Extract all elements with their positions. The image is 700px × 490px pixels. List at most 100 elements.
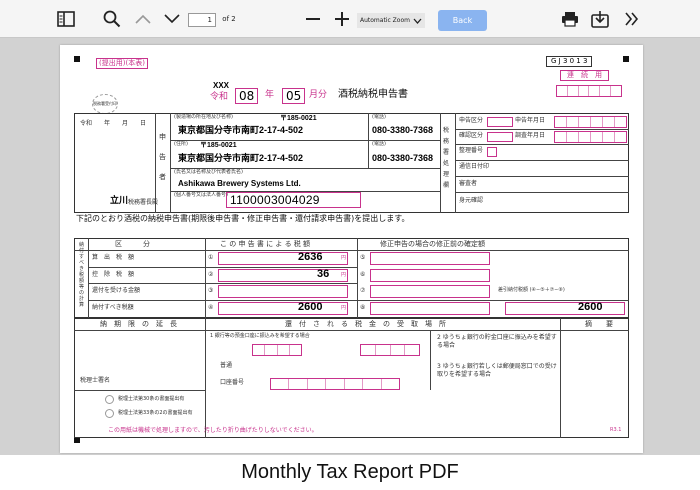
- row-1-num: ①: [208, 254, 214, 261]
- zoom-in-icon[interactable]: [333, 7, 351, 31]
- row-1-label: 算 出 税 額: [92, 254, 135, 261]
- company-name-label: (氏名又は名称及び代表者氏名): [174, 169, 243, 175]
- form-revision: R3.1: [610, 427, 622, 433]
- row-2-value: 36: [317, 268, 330, 280]
- company-name[interactable]: Ashikawa Brewery Systems Ltd.: [178, 180, 301, 188]
- comm-date-label: 通信日付印: [459, 163, 490, 170]
- net-payable-field[interactable]: [505, 302, 625, 315]
- zoom-out-icon[interactable]: [304, 7, 322, 31]
- yen-unit: 円: [341, 255, 347, 261]
- filing-date-cells: [554, 116, 627, 128]
- form-code: G J 3 0 1 3: [546, 56, 593, 67]
- row-6-field[interactable]: [370, 269, 490, 282]
- branch-code-cells[interactable]: [360, 344, 420, 356]
- address-1[interactable]: 東京都国分寺市南町2-17-4-502: [178, 126, 303, 135]
- checkbox-33[interactable]: [105, 409, 114, 418]
- row-6-num: ⑥: [360, 271, 366, 278]
- viewer-toolbar: 1 of 2 Automatic Zoom Back: [0, 0, 700, 38]
- row-8-num: ⑧: [360, 304, 366, 311]
- bank-option: 1 銀行等の預金口座に振込みを希望する場合: [210, 333, 310, 339]
- page-number-input[interactable]: 1: [188, 13, 216, 27]
- tel-label-2: (電話): [372, 141, 386, 147]
- row-4-label: 納付すべき税額: [92, 304, 134, 311]
- tax-acct-30-label: 税理士法第30条の書面提出有: [118, 396, 185, 402]
- next-page-icon[interactable]: [163, 7, 181, 31]
- category-badge: 連 続 用: [560, 70, 609, 81]
- footer-note: この用紙は機械で処理しますので、汚したり折り曲げたりしないでください。: [108, 427, 318, 434]
- row-3-num: ③: [208, 287, 214, 294]
- row-3-field[interactable]: [218, 285, 348, 298]
- postal-code-1: 〒185-0021: [280, 115, 317, 122]
- form-title: 酒税納税申告書: [338, 89, 408, 100]
- tax-calc-side-label: 納付すべき税額等の計算: [79, 242, 85, 308]
- confirmation-type-label: 確認区分: [459, 132, 484, 139]
- caption: Monthly Tax Report PDF: [241, 461, 459, 483]
- declaration-type-label: 申告区分: [459, 117, 484, 124]
- bank-code-cells[interactable]: [252, 344, 302, 356]
- download-icon[interactable]: [590, 7, 610, 31]
- sidebar-toggle-icon[interactable]: [56, 7, 76, 31]
- ordinary-option[interactable]: 普通: [220, 363, 232, 369]
- page-total: of 2: [222, 15, 236, 23]
- net-payable-label: 差引納付税額 (④−⑤＋⑦−⑧): [498, 287, 565, 293]
- postal-option: 2 ゆうちょ銀行の貯金口座に振込みを希望する場合: [437, 334, 557, 349]
- address-2[interactable]: 東京都国分寺市南町2-17-4-502: [178, 154, 303, 163]
- tax-acct-33-label: 税理士法第33条の2の書面提出有: [118, 410, 193, 416]
- row-7-field[interactable]: [370, 285, 490, 298]
- tax-office-suffix: 税務署長殿: [128, 199, 159, 206]
- pdf-viewer: 1 of 2 Automatic Zoom Back (提出用)(本表) G J…: [0, 0, 700, 455]
- search-icon[interactable]: [102, 7, 122, 31]
- survey-date-cells: [554, 131, 627, 143]
- row-5-field[interactable]: [370, 252, 490, 265]
- col-category: 区 分: [115, 240, 150, 248]
- tax-accountant-label: 税理士署名: [80, 377, 111, 384]
- era-label: 令和: [210, 92, 229, 102]
- back-button[interactable]: Back: [438, 10, 487, 31]
- registration-mark: [74, 56, 80, 62]
- month-field[interactable]: 05: [282, 88, 306, 104]
- row-8-field[interactable]: [370, 302, 490, 315]
- tax-office-name: 立川: [110, 196, 129, 206]
- phone-1[interactable]: 080-3380-7368: [372, 126, 433, 135]
- yen-unit: 円: [341, 272, 347, 278]
- checkbox-30[interactable]: [105, 395, 114, 404]
- year-field[interactable]: 08: [235, 88, 259, 104]
- receipt-stamp-label: 税務署受付印: [93, 101, 117, 106]
- row-1-value: 2636: [298, 251, 323, 263]
- address-label: (製造場の所在地及び名称): [174, 114, 233, 120]
- era-code: XXX: [213, 81, 230, 90]
- print-icon[interactable]: [560, 7, 580, 31]
- phone-2[interactable]: 080-3380-7368: [372, 154, 433, 163]
- year-unit: 年: [265, 90, 275, 100]
- chevron-down-icon: [413, 18, 422, 24]
- zoom-value: Automatic Zoom: [360, 17, 410, 24]
- refund-header: 還 付 さ れ る 税 金 の 受 取 場 所: [285, 320, 446, 328]
- col-this-return: こ の 申 告 書 に よ る 税 額: [220, 240, 311, 248]
- row-2-num: ②: [208, 271, 214, 278]
- row-4-value: 2600: [298, 301, 323, 313]
- row-1-field[interactable]: [218, 252, 348, 265]
- residence-label: (住所): [174, 141, 188, 147]
- intro-text: 下記のとおり酒税の納税申告書(期限後申告書・修正申告書・還付請求申告書)を提出し…: [76, 214, 410, 223]
- filing-date-right-label: 申告年月日: [515, 117, 546, 124]
- zoom-select[interactable]: Automatic Zoom: [357, 13, 425, 28]
- row-4-field[interactable]: [218, 302, 348, 315]
- extension-header: 納 期 限 の 延 長: [100, 320, 177, 328]
- row-3-label: 還付を受ける金額: [92, 287, 141, 294]
- account-number-label: 口座番号: [220, 379, 245, 386]
- yen-unit: 円: [341, 305, 347, 311]
- copy-label: (提出用)(本表): [96, 58, 148, 69]
- more-tools-icon[interactable]: [622, 7, 642, 31]
- col-before-amend: 修正申告の場合の修正前の確定額: [380, 240, 485, 248]
- row-2-label: 控 除 税 額: [92, 271, 135, 278]
- reference-number-cells: [556, 85, 622, 97]
- row-5-num: ⑤: [360, 254, 366, 261]
- account-number-cells[interactable]: [270, 378, 400, 390]
- reviewer-label: 審査者: [459, 180, 478, 187]
- row-4-num: ④: [208, 304, 214, 311]
- previous-page-icon[interactable]: [134, 7, 152, 31]
- row-7-num: ⑦: [360, 287, 366, 294]
- remarks-header: 摘 要: [585, 320, 613, 328]
- identity-label: 身元確認: [459, 197, 484, 204]
- ref-number-label: 整理番号: [459, 147, 484, 154]
